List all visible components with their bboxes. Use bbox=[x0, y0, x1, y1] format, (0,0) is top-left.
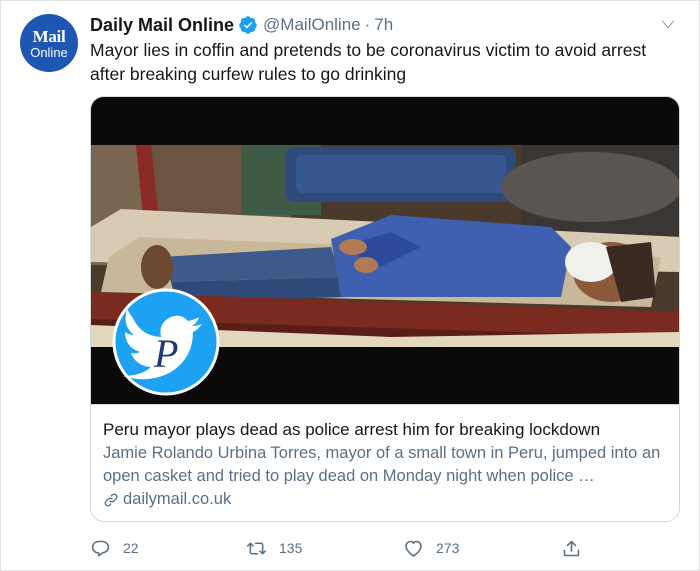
avatar-line2: Online bbox=[30, 44, 68, 60]
like-button[interactable]: 273 bbox=[403, 536, 459, 560]
chevron-down-icon[interactable] bbox=[659, 15, 677, 33]
heart-icon bbox=[405, 540, 422, 557]
display-name[interactable]: Daily Mail Online bbox=[90, 15, 234, 36]
action-bar: 22 135 273 bbox=[90, 536, 590, 560]
timestamp[interactable]: 7h bbox=[374, 15, 393, 35]
retweet-button[interactable]: 135 bbox=[246, 536, 302, 560]
share-icon bbox=[563, 540, 580, 556]
bird-watermark-icon: P bbox=[112, 288, 220, 396]
link-card[interactable]: P Peru mayor plays dead as police arrest… bbox=[90, 96, 680, 522]
card-image[interactable]: P bbox=[91, 97, 679, 404]
separator-dot: · bbox=[364, 15, 371, 34]
card-description: Jamie Rolando Urbina Torres, mayor of a … bbox=[103, 444, 661, 485]
link-icon bbox=[104, 493, 118, 506]
card-body[interactable]: Peru mayor plays dead as police arrest h… bbox=[91, 404, 679, 521]
reply-count: 22 bbox=[123, 540, 139, 556]
retweet-count: 135 bbox=[279, 540, 303, 556]
card-domain[interactable]: dailymail.co.uk bbox=[103, 490, 231, 509]
reply-button[interactable]: 22 bbox=[90, 536, 139, 560]
verified-badge-icon bbox=[239, 16, 257, 34]
reply-icon bbox=[91, 540, 110, 556]
retweet-icon bbox=[246, 541, 267, 555]
card-title[interactable]: Peru mayor plays dead as police arrest h… bbox=[103, 419, 673, 441]
share-button[interactable] bbox=[561, 536, 594, 560]
tweet[interactable]: Mail Online Daily Mail Online @MailOnlin… bbox=[0, 0, 700, 571]
handle[interactable]: @MailOnline bbox=[263, 15, 361, 35]
tweet-header: Daily Mail Online @MailOnline · 7h bbox=[90, 13, 393, 37]
avatar[interactable]: Mail Online bbox=[20, 14, 78, 72]
card-domain-text: dailymail.co.uk bbox=[123, 490, 232, 508]
watermark-letter: P bbox=[153, 331, 178, 376]
tweet-text: Mayor lies in coffin and pretends to be … bbox=[90, 40, 647, 84]
avatar-line1: Mail bbox=[32, 26, 66, 46]
coffin-photo: P bbox=[91, 97, 679, 404]
like-count: 273 bbox=[436, 540, 460, 556]
